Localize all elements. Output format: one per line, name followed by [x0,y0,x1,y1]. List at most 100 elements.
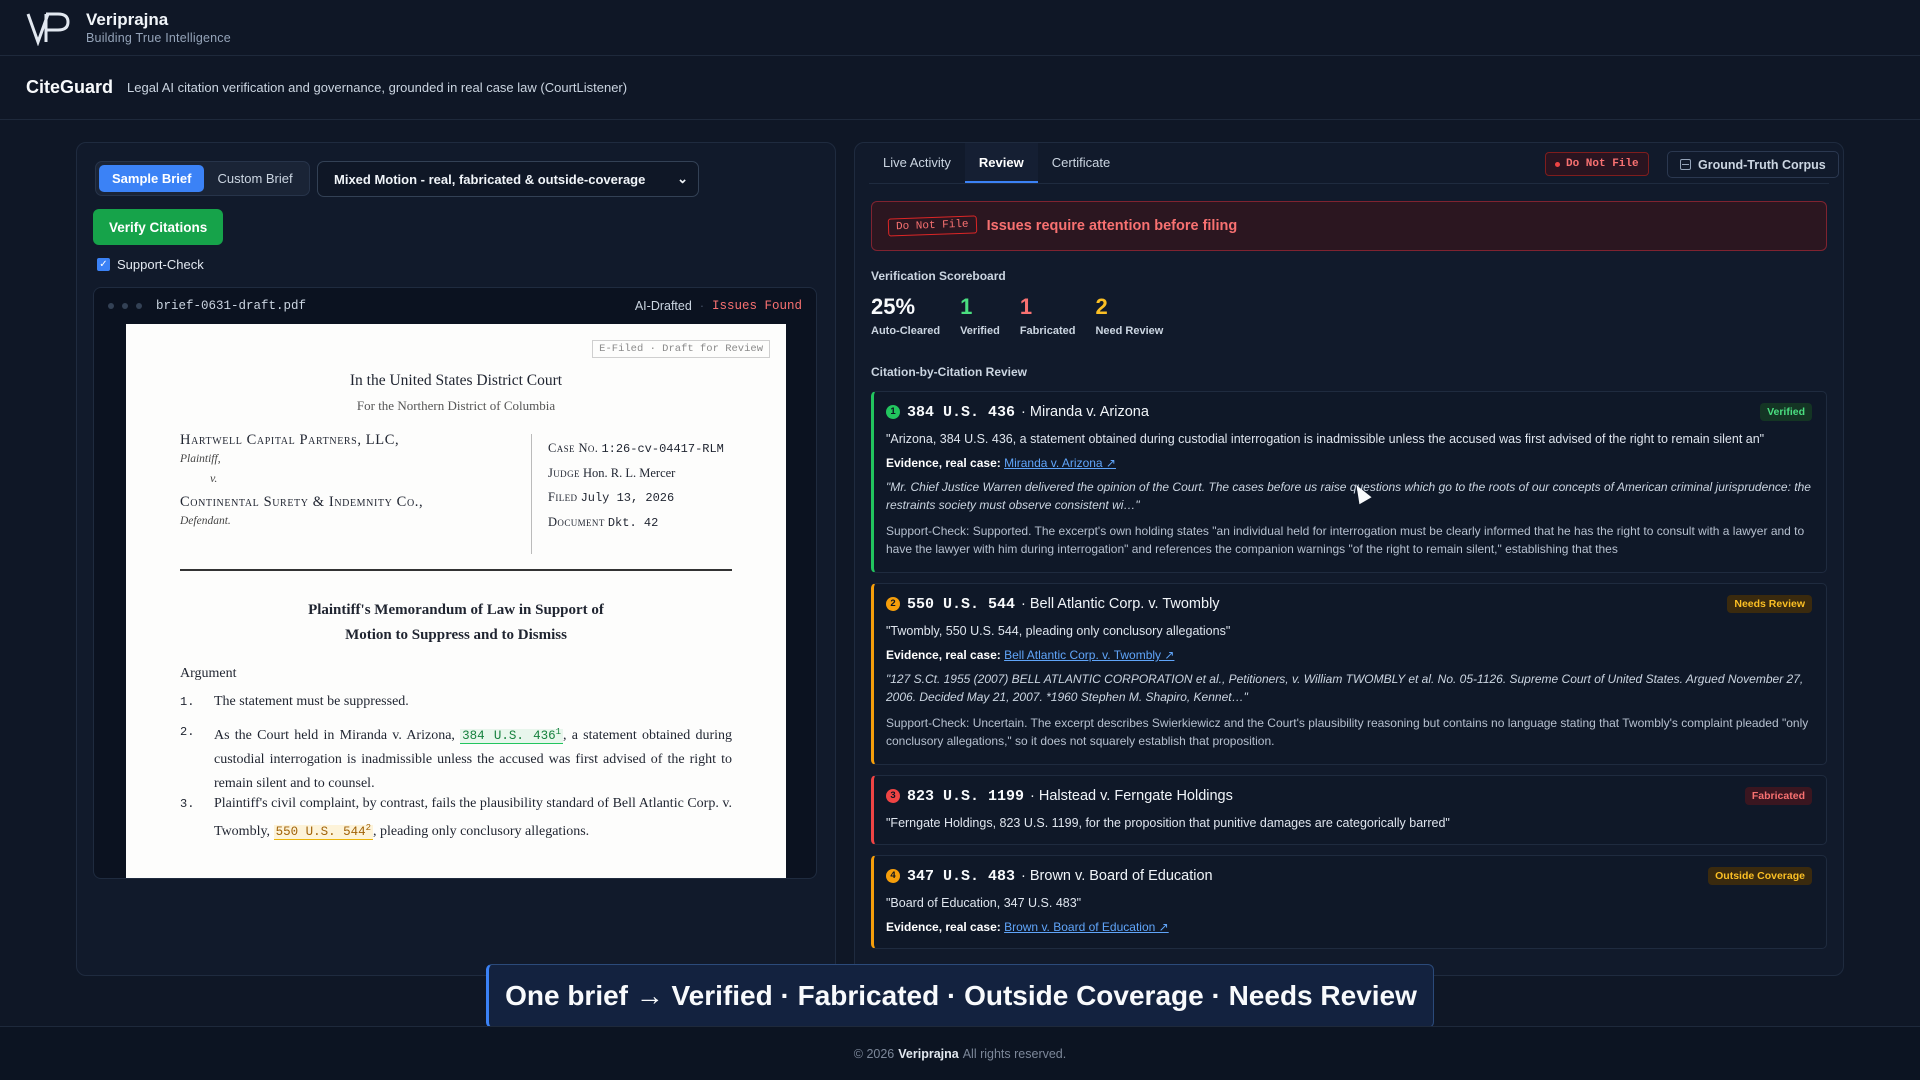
ai-drafted-label: AI-Drafted [634,299,692,313]
evidence-label: Evidence, real case: [886,648,1001,662]
ground-truth-corpus-label: Ground-Truth Corpus [1698,157,1826,172]
judge-name: Hon. R. L. Mercer [583,466,676,480]
tab-review[interactable]: Review [964,143,1038,183]
argument-heading: Argument [180,666,237,681]
citation-number: 4 [886,869,900,883]
citation-quote: "Twombly, 550 U.S. 544, pleading only co… [886,624,1231,638]
footer-rights: All rights reserved. [962,1046,1067,1061]
citation-quote: "Ferngate Holdings, 823 U.S. 1199, for t… [886,816,1450,830]
defendant-role: Defendant. [180,515,231,527]
document-viewer: brief-0631-draft.pdf AI-Drafted · Issues… [93,287,817,879]
verification-scoreboard: 25% Auto-Cleared 1 Verified 1 Fabricated… [871,293,1163,337]
citation-card-header: 4 347 U.S. 483 · Brown v. Board of Educa… [886,866,1812,886]
citation-text: 550 U.S. 544 [275,825,366,840]
ground-truth-corpus-button[interactable]: Ground-Truth Corpus [1667,151,1839,178]
defendant-name: Continental Surety & Indemnity Co., [180,494,424,510]
case-caption-details: Case No. 1:26-cv-04417-RLM Judge Hon. R.… [548,436,748,535]
support-check-result: Support-Check: Uncertain. The excerpt de… [886,716,1809,748]
app-title: CiteGuard [26,77,114,97]
brand-name: Veriprajna [86,9,169,29]
verify-citations-button[interactable]: Verify Citations [93,209,224,245]
brief-panel: Sample Brief Custom Brief Mixed Motion -… [76,142,836,976]
sample-brief-tab[interactable]: Sample Brief [99,165,205,192]
paragraph-text: As the Court held in Miranda v. Arizona,… [214,720,732,796]
caption-rule [180,569,732,571]
citation-number: 1 [886,405,900,419]
case-number-row: Case No. 1:26-cv-04417-RLM [548,436,748,461]
evidence-excerpt: "127 S.Ct. 1955 (2007) BELL ATLANTIC COR… [886,672,1804,704]
citation-card[interactable]: 2 550 U.S. 544 · Bell Atlantic Corp. v. … [871,583,1827,765]
support-check-label: Support-Check [117,257,204,272]
filed-label: Filed [548,490,578,504]
document-filename: brief-0631-draft.pdf [156,299,307,313]
footer: © 2026 Veriprajna All rights reserved. [0,1026,1920,1080]
tab-certificate[interactable]: Certificate [1038,143,1125,183]
summary-banner: One brief → Verified · Fabricated · Outs… [486,964,1434,1028]
score-verified: 1 Verified [960,293,1000,337]
status-dot-icon [1555,161,1560,167]
evidence-link[interactable]: Miranda v. Arizona ↗ [1004,456,1116,470]
citation-marker: 2 [365,823,371,833]
score-value: 1 [1019,294,1033,319]
evidence-row: Evidence, real case: Brown v. Board of E… [886,920,1812,934]
database-icon [1680,159,1691,170]
citation-text: 384 U.S. 436 [462,729,556,744]
caption-divider [531,434,532,554]
memo-title: Plaintiff's Memorandum of Law in Support… [126,598,786,648]
score-label: Need Review [1095,325,1164,337]
support-check-toggle[interactable]: ✓ Support-Check [97,257,204,272]
citation-highlight-verified[interactable]: 384 U.S. 4361 [460,727,563,745]
brief-select[interactable]: Mixed Motion - real, fabricated & outsid… [317,161,699,197]
brand-block: Veriprajna Building True Intelligence [86,10,231,46]
citation-number: 3 [886,789,900,803]
score-label: Auto-Cleared [871,325,941,337]
citation-code: 347 U.S. 483 [907,867,1016,885]
footer-copyright: © 2026 [853,1046,895,1061]
window-dots [108,303,142,309]
court-district: For the Northern District of Columbia [356,398,556,413]
score-auto-cleared: 25% Auto-Cleared [871,293,940,337]
document-row: Document Dkt. 42 [548,510,748,535]
window-dot-icon [108,303,114,309]
evidence-link[interactable]: Bell Atlantic Corp. v. Twombly ↗ [1004,648,1174,662]
top-bar: Veriprajna Building True Intelligence [0,0,1920,56]
citation-card[interactable]: 4 347 U.S. 483 · Brown v. Board of Educa… [871,855,1827,949]
case-name: · Bell Atlantic Corp. v. Twombly [1021,596,1220,612]
paragraph-text-part: As the Court held in Miranda v. Arizona, [214,728,461,744]
paragraph-number: 1. [180,695,195,709]
paragraph-2: 2. As the Court held in Miranda v. Arizo… [180,720,732,796]
document-number: Dkt. 42 [607,516,659,530]
status-badge: Verified [1760,403,1812,421]
alert-message: Issues require attention before filing [986,218,1238,234]
support-check-checkbox[interactable]: ✓ [97,258,110,271]
review-tabs: Live Activity Review Certificate [869,143,1124,183]
custom-brief-tab[interactable]: Custom Brief [204,165,305,192]
memo-title-line-2: Motion to Suppress and to Dismiss [345,627,567,643]
paragraph-text: The statement must be suppressed. [214,694,409,709]
paragraph-number: 3. [180,797,195,811]
citation-code: 384 U.S. 436 [907,403,1016,421]
score-label: Fabricated [1019,325,1076,337]
tab-live-activity[interactable]: Live Activity [869,143,965,183]
evidence-link[interactable]: Brown v. Board of Education ↗ [1004,920,1169,934]
do-not-file-stamp: Do Not File [887,215,977,237]
citation-card-header: 3 823 U.S. 1199 · Halstead v. Ferngate H… [886,786,1812,806]
score-fabricated: 1 Fabricated [1020,293,1076,337]
case-name: · Miranda v. Arizona [1021,404,1149,420]
citation-quote: "Arizona, 384 U.S. 436, a statement obta… [886,432,1765,446]
paragraph-text: Plaintiff's civil complaint, by contrast… [214,792,732,844]
review-heading: Citation-by-Citation Review [871,365,1028,379]
citation-code: 550 U.S. 544 [907,595,1016,613]
review-panel: Live Activity Review Certificate Do Not … [854,142,1844,976]
tabs-divider [869,183,1829,184]
plaintiff-name: Hartwell Capital Partners, LLC, [180,432,400,448]
citation-card[interactable]: 3 823 U.S. 1199 · Halstead v. Ferngate H… [871,775,1827,845]
vp-logo-icon[interactable] [26,10,74,46]
citation-highlight-review[interactable]: 550 U.S. 5442 [273,823,373,841]
score-value: 25% [871,294,916,319]
citation-card[interactable]: 1 384 U.S. 436 · Miranda v. Arizona Veri… [871,391,1827,573]
brief-page[interactable]: E-Filed · Draft for Review In the United… [126,324,786,878]
do-not-file-label: Do Not File [1566,158,1639,170]
support-check-result: Support-Check: Supported. The excerpt's … [886,524,1805,556]
citation-quote: "Board of Education, 347 U.S. 483" [886,896,1082,910]
